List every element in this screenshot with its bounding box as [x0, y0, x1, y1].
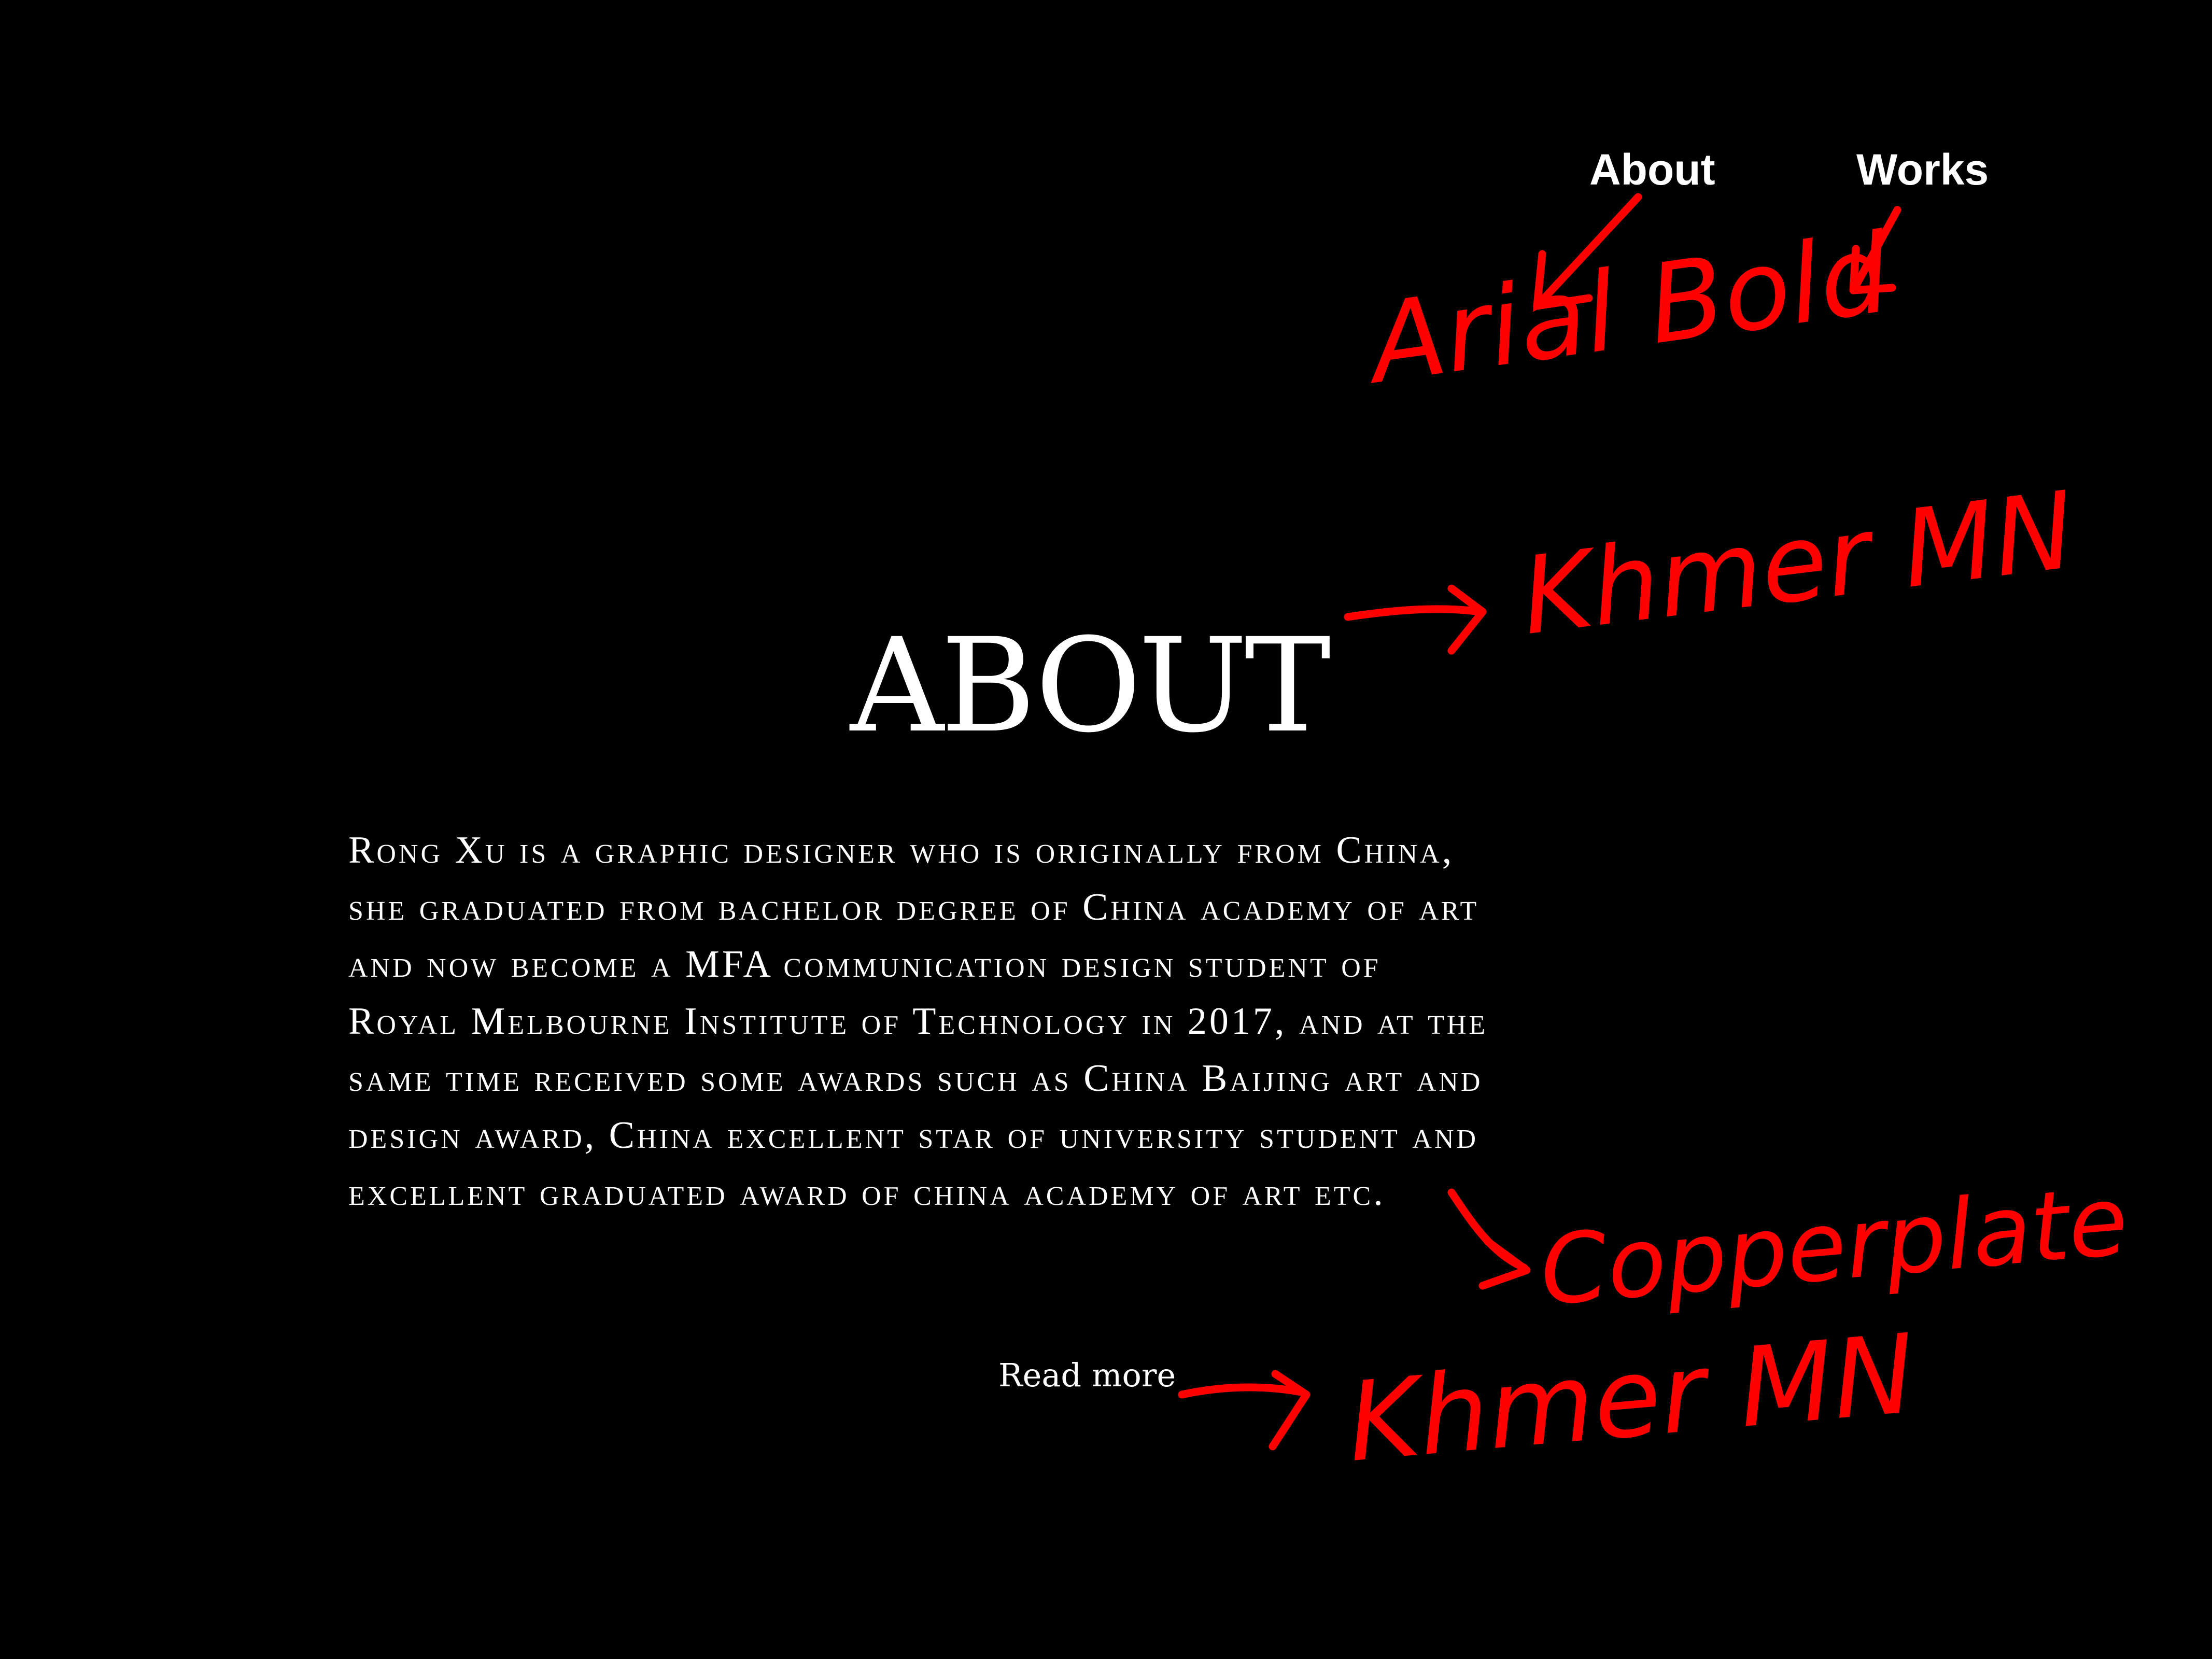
page: About Works ABOUT Rong Xu is a graphic d…: [0, 0, 2212, 1659]
bio-line: design award, China excellent star of un…: [348, 1114, 1479, 1157]
bio-line: she graduated from bachelor degree of Ch…: [348, 886, 1480, 929]
read-more-link[interactable]: Read more: [998, 1359, 1176, 1391]
nav-link-about[interactable]: About: [1589, 148, 1715, 191]
bio-line: Rong Xu is a graphic designer who is ori…: [348, 829, 1455, 871]
bio-line: and now become a MFA communication desig…: [348, 943, 1381, 986]
annotation-note-read-more-font: Khmer MN: [1343, 1310, 1920, 1486]
page-title: ABOUT: [850, 610, 1331, 761]
nav-link-works[interactable]: Works: [1856, 148, 1989, 191]
annotation-note-heading-font: Khmer MN: [1515, 469, 2081, 659]
annotation-arrow-heading: [1344, 584, 1487, 655]
bio-line: same time received some awards such as C…: [348, 1057, 1483, 1100]
annotation-note-nav-font: Arial Bold: [1362, 209, 1897, 408]
annotation-arrow-read-more: [1178, 1370, 1311, 1451]
bio-line: Royal Melbourne Institute of Technology …: [348, 1000, 1488, 1043]
bio-paragraph: Rong Xu is a graphic designer who is ori…: [348, 822, 1878, 1221]
